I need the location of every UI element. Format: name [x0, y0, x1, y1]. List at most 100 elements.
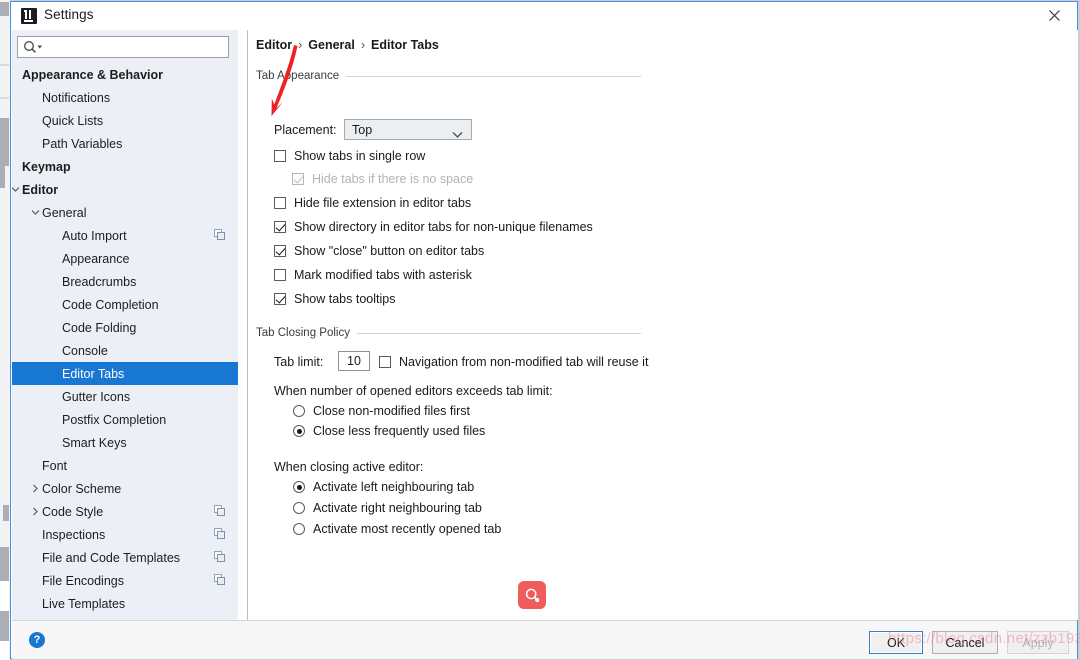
radio-close-less-frequently-used[interactable]: Close less frequently used files [293, 424, 485, 438]
sidebar-item-console[interactable]: Console [12, 339, 238, 362]
checkbox-mark-modified-asterisk[interactable]: Mark modified tabs with asterisk [274, 268, 472, 282]
tab-limit-value: 10 [347, 354, 361, 368]
checkbox-box[interactable] [274, 221, 286, 233]
copy-settings-icon [214, 574, 225, 585]
sidebar-item-gutter-icons[interactable]: Gutter Icons [12, 385, 238, 408]
sidebar-item-postfix-completion[interactable]: Postfix Completion [12, 408, 238, 431]
sidebar-item-path-variables[interactable]: Path Variables [12, 132, 238, 155]
sidebar-item-label: Path Variables [42, 137, 122, 151]
radio-activate-right-tab[interactable]: Activate right neighbouring tab [293, 501, 482, 515]
sidebar-item-notifications[interactable]: Notifications [12, 86, 238, 109]
chevron-right-icon[interactable] [28, 482, 42, 496]
background-window-block-7 [0, 641, 9, 660]
sidebar-item-label: Inspections [42, 528, 105, 542]
sidebar-item-label: Breadcrumbs [62, 275, 136, 289]
checkbox-hide-file-extension[interactable]: Hide file extension in editor tabs [274, 196, 471, 210]
radio-activate-most-recent-tab[interactable]: Activate most recently opened tab [293, 522, 501, 536]
radio-button[interactable] [293, 405, 305, 417]
breadcrumb-item-editor-tabs: Editor Tabs [371, 38, 439, 52]
checkbox-show-tabs-tooltips[interactable]: Show tabs tooltips [274, 292, 395, 306]
copy-settings-icon [214, 229, 225, 240]
sidebar-item-label: Gutter Icons [62, 390, 130, 404]
search-field[interactable] [17, 36, 229, 58]
checkbox-label: Show directory in editor tabs for non-un… [294, 220, 593, 234]
settings-dialog-screen: Settings Appearance [0, 0, 1080, 660]
sidebar-item-appearance[interactable]: Appearance [12, 247, 238, 270]
breadcrumb-separator-2: › [361, 38, 365, 52]
sidebar-item-label: Appearance [62, 252, 129, 266]
sidebar-item-label: General [42, 206, 86, 220]
chevron-right-icon[interactable] [28, 505, 42, 519]
breadcrumb-separator-1: › [298, 38, 302, 52]
sidebar-item-code-style[interactable]: Code Style [12, 500, 238, 523]
sidebar-item-label: Keymap [22, 160, 71, 174]
checkbox-label: Show tabs tooltips [294, 292, 395, 306]
sidebar-item-smart-keys[interactable]: Smart Keys [12, 431, 238, 454]
radio-button[interactable] [293, 523, 305, 535]
checkbox-box[interactable] [379, 356, 391, 368]
checkbox-hide-tabs-no-space: Hide tabs if there is no space [292, 172, 473, 186]
placement-label: Placement: [274, 123, 337, 137]
chevron-down-icon [452, 126, 463, 144]
sidebar-item-inspections[interactable]: Inspections [12, 523, 238, 546]
copy-settings-icon [214, 551, 225, 562]
search-input[interactable] [46, 38, 228, 58]
sidebar-item-label: File Encodings [42, 574, 124, 588]
checkbox-box[interactable] [274, 150, 286, 162]
settings-main-panel: Editor › General › Editor Tabs Tab Appea… [248, 30, 1078, 620]
radio-close-non-modified-first[interactable]: Close non-modified files first [293, 404, 470, 418]
placement-value: Top [352, 123, 372, 137]
checkbox-navigation-reuse-tab[interactable]: Navigation from non-modified tab will re… [379, 355, 648, 369]
sidebar-item-font[interactable]: Font [12, 454, 238, 477]
chevron-down-icon[interactable] [28, 206, 42, 220]
breadcrumb-item-general[interactable]: General [308, 38, 355, 52]
sidebar-item-label: Postfix Completion [62, 413, 166, 427]
search-badge-icon [518, 581, 546, 609]
close-icon[interactable] [1031, 2, 1077, 29]
group-title-tab-appearance: Tab Appearance [256, 70, 346, 82]
settings-tree: Appearance & Behavior Notifications Quick … [12, 63, 238, 620]
breadcrumb-item-editor[interactable]: Editor [256, 38, 292, 52]
sidebar-item-label: Color Scheme [42, 482, 121, 496]
checkbox-box[interactable] [274, 269, 286, 281]
closing-active-title: When closing active editor: [274, 460, 423, 474]
sidebar-item-editor[interactable]: Editor [12, 178, 238, 201]
sidebar-item-quick-lists[interactable]: Quick Lists [12, 109, 238, 132]
sidebar-item-breadcrumbs[interactable]: Breadcrumbs [12, 270, 238, 293]
sidebar-item-appearance-behavior[interactable]: Appearance & Behavior [12, 63, 238, 86]
checkbox-show-tabs-single-row[interactable]: Show tabs in single row [274, 149, 425, 163]
radio-button[interactable] [293, 502, 305, 514]
checkbox-show-close-button[interactable]: Show "close" button on editor tabs [274, 244, 484, 258]
sidebar-item-keymap[interactable]: Keymap [12, 155, 238, 178]
copy-settings-icon [214, 528, 225, 539]
checkbox-show-directory-non-unique[interactable]: Show directory in editor tabs for non-un… [274, 220, 593, 234]
radio-label: Activate left neighbouring tab [313, 480, 474, 494]
background-window-line-1 [0, 64, 9, 66]
radio-button[interactable] [293, 425, 305, 437]
search-icon [23, 40, 45, 55]
sidebar-item-code-completion[interactable]: Code Completion [12, 293, 238, 316]
checkbox-box [292, 173, 304, 185]
help-icon[interactable]: ? [29, 632, 45, 648]
background-window-line-2 [0, 97, 9, 99]
sidebar-item-editor-tabs[interactable]: Editor Tabs [12, 362, 238, 385]
checkbox-box[interactable] [274, 293, 286, 305]
sidebar-item-label: Notifications [42, 91, 110, 105]
sidebar-item-label: Smart Keys [62, 436, 127, 450]
sidebar-item-live-templates[interactable]: Live Templates [12, 592, 238, 615]
sidebar-item-color-scheme[interactable]: Color Scheme [12, 477, 238, 500]
checkbox-box[interactable] [274, 245, 286, 257]
placement-dropdown[interactable]: Top [344, 119, 472, 140]
radio-button[interactable] [293, 481, 305, 493]
chevron-down-icon[interactable] [12, 183, 22, 197]
sidebar-item-label: Code Style [42, 505, 103, 519]
checkbox-box[interactable] [274, 197, 286, 209]
tab-limit-input[interactable]: 10 [338, 351, 370, 371]
sidebar-item-file-encodings[interactable]: File Encodings [12, 569, 238, 592]
sidebar-item-code-folding[interactable]: Code Folding [12, 316, 238, 339]
sidebar-item-auto-import[interactable]: Auto Import [12, 224, 238, 247]
radio-activate-left-tab[interactable]: Activate left neighbouring tab [293, 480, 474, 494]
sidebar-item-file-and-code-templates[interactable]: File and Code Templates [12, 546, 238, 569]
breadcrumb: Editor › General › Editor Tabs [256, 38, 439, 52]
sidebar-item-general[interactable]: General [12, 201, 238, 224]
